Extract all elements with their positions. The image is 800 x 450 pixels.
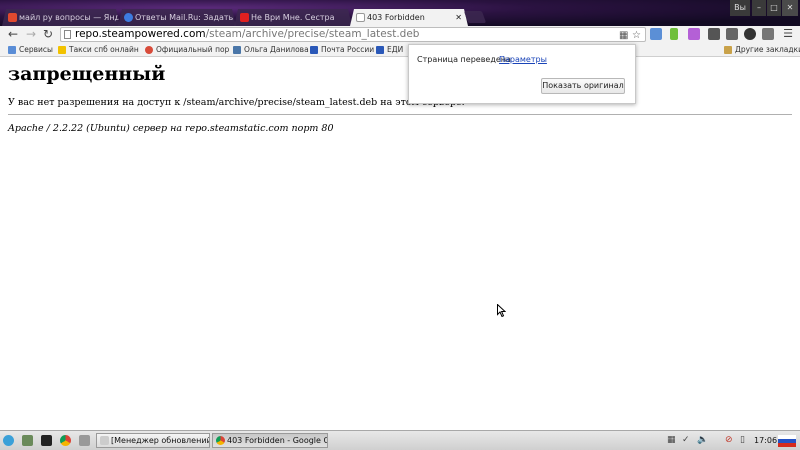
menu-icon[interactable]: ☰ [781, 27, 795, 41]
chrome-icon [216, 436, 225, 445]
task-chrome[interactable]: 403 Forbidden - Google Chro... [212, 433, 328, 448]
tab-3[interactable]: Не Ври Мне. Сестра [234, 9, 352, 26]
network-icon[interactable]: ▦ [667, 435, 676, 446]
post-icon [310, 46, 318, 54]
extension-leaf-icon[interactable] [670, 28, 678, 40]
file-manager-icon[interactable] [22, 435, 33, 446]
portal-icon [145, 46, 153, 54]
clock[interactable]: 17:06 [754, 435, 777, 446]
cursor-icon [497, 304, 506, 317]
bookmark-taxi[interactable]: Такси спб онлайн [58, 43, 139, 57]
update-manager-icon [100, 436, 109, 445]
extension-bag-icon[interactable] [688, 28, 700, 40]
title-bar: майл ру вопросы — Янд Ответы Mail.Ru: За… [0, 0, 800, 26]
terminal-icon[interactable] [41, 435, 52, 446]
folder-icon [724, 46, 732, 54]
extension-cube-icon[interactable] [708, 28, 720, 40]
star-icon[interactable]: ☆ [632, 30, 641, 41]
close-icon[interactable]: ✕ [455, 9, 462, 26]
address-bar[interactable]: repo.steampowered.com/steam/archive/prec… [60, 27, 646, 42]
extension-circle-icon[interactable] [744, 28, 756, 40]
other-bookmarks-label: Другие закладки [735, 45, 800, 54]
server-address: Apache / 2.2.22 (Ubuntu) сервер на repo.… [8, 123, 334, 134]
bookmark-label: Ольга Данилова [244, 45, 309, 54]
bookmark-post[interactable]: Почта России [310, 43, 374, 57]
page-icon [64, 30, 71, 39]
url-path: /steam/archive/precise/steam_latest.deb [205, 28, 420, 40]
error-message: У вас нет разрешения на доступ к /steam/… [8, 97, 465, 108]
bookmark-label: Официальный пор [156, 45, 230, 54]
tab-2[interactable]: Ответы Mail.Ru: Задать [118, 9, 236, 26]
vk-icon [233, 46, 241, 54]
bookmark-official-portal[interactable]: Официальный пор [145, 43, 229, 57]
yandex-icon [8, 13, 17, 22]
divider [8, 114, 792, 115]
page-icon [356, 13, 365, 22]
forward-button[interactable]: → [24, 27, 38, 41]
back-button[interactable]: ← [6, 27, 20, 41]
toolbar: ← → ↻ repo.steampowered.com/steam/archiv… [0, 26, 800, 43]
extension-pocket-icon[interactable] [726, 28, 738, 40]
translate-settings-link[interactable]: Параметры [499, 55, 547, 64]
taskbar: [Менеджер обновлений] 403 Forbidden - Go… [0, 430, 800, 450]
minimize-button[interactable]: – [752, 0, 766, 16]
disconnected-icon[interactable]: ⊘ [725, 435, 733, 446]
url-host: repo.steampowered.com [75, 28, 206, 40]
show-desktop-icon[interactable] [79, 435, 90, 446]
tab-1[interactable]: майл ру вопросы — Янд [2, 9, 120, 26]
extension-apps-icon[interactable] [762, 28, 774, 40]
bookmark-label: Почта России [321, 45, 375, 54]
task-label: 403 Forbidden - Google Chro... [227, 436, 327, 445]
taxi-icon [58, 46, 66, 54]
flag-stripe-red [778, 443, 796, 447]
show-original-button[interactable]: Показать оригинал [541, 78, 625, 94]
tab-label: Ответы Mail.Ru: Задать [135, 13, 234, 22]
tab-label: Не Ври Мне. Сестра [251, 13, 335, 22]
calendar-icon [376, 46, 384, 54]
reload-button[interactable]: ↻ [41, 27, 55, 41]
translate-icon[interactable]: ▦ [619, 30, 628, 41]
user-button[interactable]: Вы [730, 0, 750, 16]
maximize-button[interactable]: □ [767, 0, 781, 16]
bookmark-olga[interactable]: Ольга Данилова [233, 43, 309, 57]
task-label: [Менеджер обновлений] [111, 436, 210, 445]
apps-icon [8, 46, 16, 54]
mailru-icon [124, 13, 133, 22]
russian-flag-icon[interactable] [778, 435, 796, 447]
new-tab-button[interactable] [463, 11, 487, 23]
tab-label: 403 Forbidden [367, 13, 425, 22]
bookmark-label: Сервисы [19, 45, 53, 54]
tab-label: майл ру вопросы — Янд [19, 13, 120, 22]
tab-403-forbidden[interactable]: 403 Forbidden ✕ [350, 9, 468, 26]
start-menu-icon[interactable] [3, 435, 14, 446]
tray-arrow-icon[interactable]: ✓ [682, 435, 690, 446]
chrome-icon[interactable] [60, 435, 71, 446]
bookmark-label: ЕДИ [387, 45, 404, 54]
translate-status: Страница переведена [417, 55, 511, 64]
translate-popup: Страница переведена Параметры Показать о… [408, 44, 636, 104]
task-update-manager[interactable]: [Менеджер обновлений] [96, 433, 210, 448]
battery-icon[interactable]: ▯ [740, 435, 745, 446]
youtube-icon [240, 13, 249, 22]
page-heading: запрещенный [8, 63, 166, 85]
bookmark-edi[interactable]: ЕДИ [376, 43, 403, 57]
bookmarks-bar: Сервисы Такси спб онлайн Официальный пор… [0, 43, 800, 57]
close-window-button[interactable]: ✕ [782, 0, 798, 16]
extension-grid-icon[interactable] [650, 28, 662, 40]
bookmark-label: Такси спб онлайн [69, 45, 139, 54]
page-content: запрещенный У вас нет разрешения на дост… [0, 57, 800, 430]
volume-icon[interactable]: 🔈 [697, 435, 708, 446]
bookmark-services[interactable]: Сервисы [8, 43, 53, 57]
other-bookmarks[interactable]: Другие закладки [724, 43, 800, 57]
